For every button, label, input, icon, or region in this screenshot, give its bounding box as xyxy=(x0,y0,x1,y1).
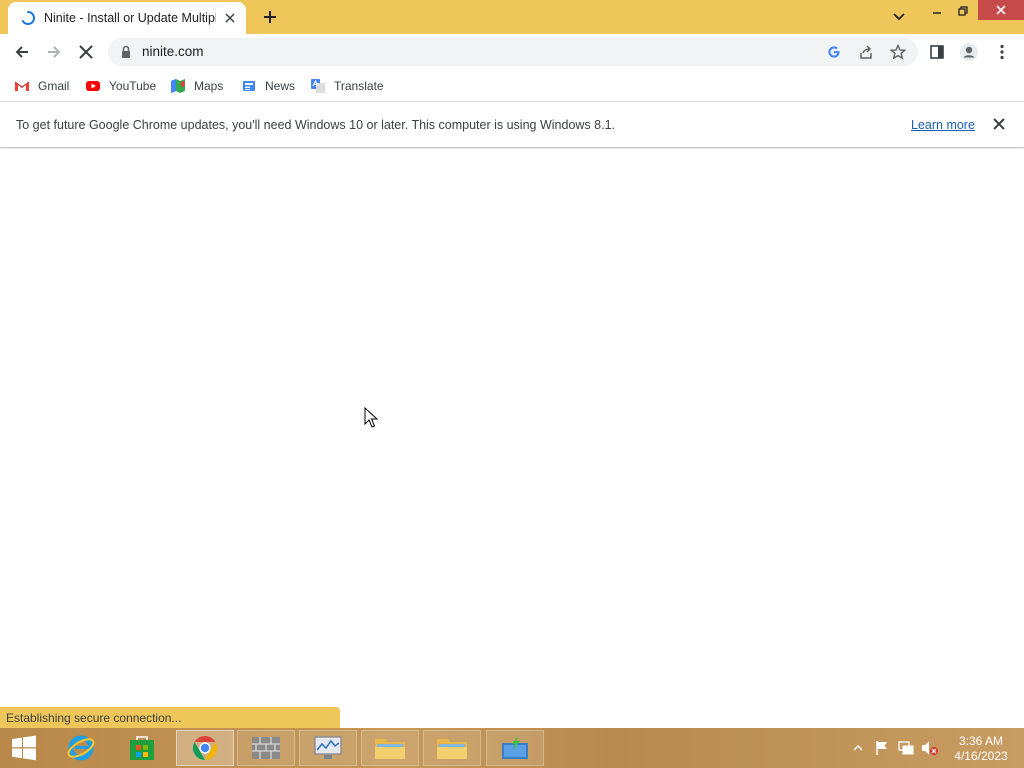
firewall-icon xyxy=(251,735,281,761)
restore-icon[interactable] xyxy=(950,0,976,22)
taskbar-firewall[interactable] xyxy=(237,730,295,766)
omnibox[interactable]: ninite.com xyxy=(108,38,918,66)
menu-dots-icon[interactable] xyxy=(991,41,1013,63)
toolbar: ninite.com xyxy=(0,34,1024,70)
taskbar-monitor[interactable] xyxy=(299,730,357,766)
stop-loading-icon[interactable] xyxy=(75,41,97,63)
taskbar-explorer-1[interactable] xyxy=(361,730,419,766)
youtube-icon xyxy=(85,78,101,94)
taskbar-chrome[interactable] xyxy=(176,730,234,766)
taskbar: 3:36 AM 4/16/2023 xyxy=(0,728,1024,768)
update-infobar: To get future Google Chrome updates, you… xyxy=(0,103,1024,148)
taskbar-clock[interactable]: 3:36 AM 4/16/2023 xyxy=(948,734,1014,764)
mouse-cursor-icon xyxy=(364,407,378,429)
bookmark-star-icon[interactable] xyxy=(890,44,906,60)
back-icon[interactable] xyxy=(11,41,33,63)
profile-avatar-icon[interactable] xyxy=(958,41,980,63)
infobar-close-icon[interactable] xyxy=(992,117,1006,131)
taskbar-installer[interactable] xyxy=(486,730,544,766)
taskbar-internet-explorer[interactable] xyxy=(52,730,110,766)
chrome-icon xyxy=(191,734,219,762)
bookmark-news[interactable]: News xyxy=(241,76,295,96)
ie-icon xyxy=(66,733,96,763)
tab-search-icon[interactable] xyxy=(890,8,908,26)
windows-logo-icon xyxy=(11,735,37,761)
maps-icon xyxy=(170,78,186,94)
google-lens-icon[interactable] xyxy=(826,44,842,60)
volume-muted-icon[interactable] xyxy=(921,739,939,757)
side-panel-icon[interactable] xyxy=(926,41,948,63)
network-icon[interactable] xyxy=(897,739,915,757)
tab-close-icon[interactable] xyxy=(222,10,238,26)
tab-title: Ninite - Install or Update Multiple Apps… xyxy=(44,11,216,25)
learn-more-link[interactable]: Learn more xyxy=(911,118,975,132)
clock-date: 4/16/2023 xyxy=(954,749,1008,763)
store-icon xyxy=(128,734,156,762)
minimize-icon[interactable] xyxy=(924,0,950,22)
tab-strip: Ninite - Install or Update Multiple Apps… xyxy=(0,0,1024,34)
folder-icon xyxy=(374,735,406,761)
bookmark-maps[interactable]: Maps xyxy=(170,76,223,96)
loading-spinner-icon xyxy=(20,10,36,26)
new-tab-button[interactable] xyxy=(260,7,280,27)
install-icon xyxy=(500,735,530,761)
folder-icon xyxy=(436,735,468,761)
lock-icon[interactable] xyxy=(120,45,132,59)
bookmark-translate[interactable]: Translate xyxy=(310,76,384,96)
action-center-flag-icon[interactable] xyxy=(873,739,891,757)
close-window-icon[interactable] xyxy=(978,0,1024,20)
taskbar-explorer-2[interactable] xyxy=(423,730,481,766)
monitor-icon xyxy=(313,735,343,761)
news-icon xyxy=(241,78,257,94)
gmail-icon xyxy=(14,78,30,94)
start-button[interactable] xyxy=(0,730,48,766)
share-icon[interactable] xyxy=(858,44,874,60)
bookmark-gmail[interactable]: Gmail xyxy=(14,76,69,96)
page-content[interactable] xyxy=(0,149,1024,728)
bookmarks-bar: Gmail YouTube Maps News Translate xyxy=(0,70,1024,102)
translate-icon xyxy=(310,78,326,94)
bookmark-youtube[interactable]: YouTube xyxy=(85,76,156,96)
tab-ninite[interactable]: Ninite - Install or Update Multiple Apps… xyxy=(8,2,246,34)
url-text[interactable]: ninite.com xyxy=(142,44,204,59)
taskbar-store[interactable] xyxy=(113,730,171,766)
show-hidden-icons-icon[interactable] xyxy=(849,739,867,757)
infobar-message: To get future Google Chrome updates, you… xyxy=(16,118,615,132)
clock-time: 3:36 AM xyxy=(958,734,1004,748)
status-bubble: Establishing secure connection... xyxy=(0,707,340,728)
forward-icon[interactable] xyxy=(43,41,65,63)
